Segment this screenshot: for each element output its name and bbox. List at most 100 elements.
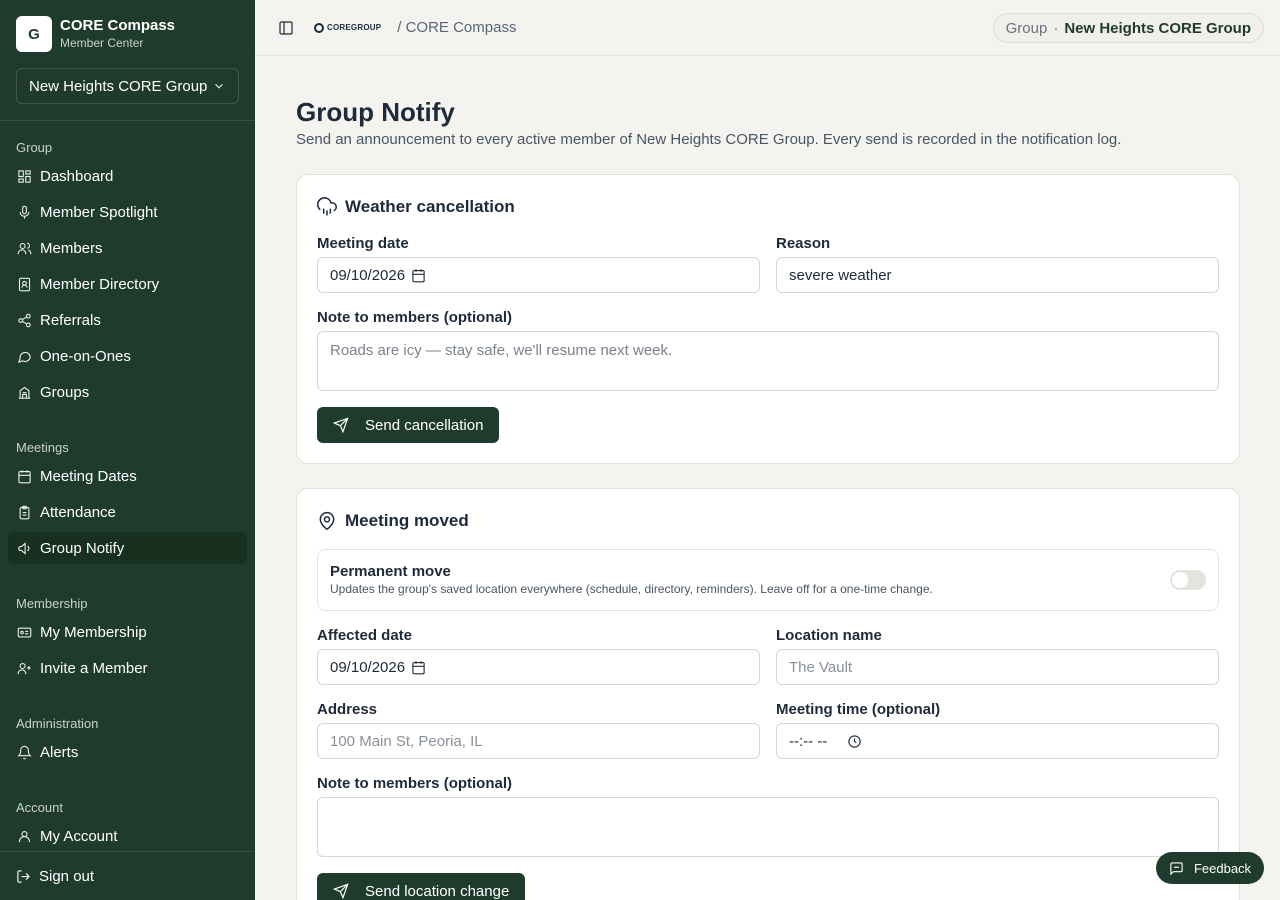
location-name-input[interactable]: The Vault (776, 649, 1219, 685)
clock-icon[interactable] (847, 734, 862, 749)
address-label: Address (317, 701, 378, 718)
calendar-icon[interactable] (411, 660, 426, 675)
sidebar-item-label: Member Spotlight (40, 203, 158, 221)
sidebar-item-label: Alerts (40, 743, 79, 761)
core-group-logo: COREGROUP (314, 22, 382, 33)
sidebar-item-attendance[interactable]: Attendance (8, 496, 247, 528)
sidebar-item-label: Meeting Dates (40, 467, 137, 485)
calendar-icon[interactable] (411, 268, 426, 283)
sidebar-item-group-notify[interactable]: Group Notify (8, 532, 247, 564)
group-pill-label: Group (1005, 19, 1048, 37)
reason-value: severe weather (789, 266, 892, 284)
cloud-rain-icon (317, 197, 337, 216)
affected-date-label: Affected date (317, 627, 413, 644)
reason-label: Reason (776, 235, 831, 252)
top-bar: COREGROUP / CORE Compass Group · New Hei… (255, 0, 1280, 56)
panel-left-icon (279, 20, 293, 35)
affected-date-value: 09/10/2026 (330, 658, 406, 676)
megaphone-icon (16, 540, 32, 556)
sidebar-item-meeting-dates[interactable]: Meeting Dates (8, 460, 247, 492)
sidebar-item-groups[interactable]: Groups (8, 376, 247, 408)
clipboard-icon (16, 504, 32, 520)
sidebar-toggle-button[interactable] (272, 14, 300, 42)
group-selector[interactable]: New Heights CORE Group (16, 68, 239, 104)
address-input[interactable]: 100 Main St, Peoria, IL (317, 723, 760, 759)
send-icon (333, 883, 349, 899)
contact-book-icon (16, 276, 32, 292)
breadcrumb: / CORE Compass (397, 19, 517, 36)
chevron-down-icon (215, 83, 223, 89)
sidebar-item-label: Dashboard (40, 167, 114, 185)
meeting-date-label: Meeting date (317, 235, 409, 252)
meeting-time-placeholder: --:-- -- (789, 732, 828, 750)
sidebar-item-member-directory[interactable]: Member Directory (8, 268, 247, 300)
feedback-label: Feedback (1193, 860, 1252, 876)
sidebar-item-member-spotlight[interactable]: Member Spotlight (8, 196, 247, 228)
sidebar-item-label: Referrals (40, 311, 101, 329)
moved-note-label: Note to members (optional) (317, 775, 513, 792)
share-icon (16, 312, 32, 328)
location-name-placeholder: The Vault (789, 658, 853, 676)
brand-subtitle: Member Center (60, 36, 144, 50)
send-cancellation-label: Send cancellation (365, 416, 484, 434)
users-icon (16, 240, 32, 256)
main-content: Group Notify Send an announcement to eve… (296, 56, 1240, 900)
nav-section-group: Group (16, 140, 53, 155)
sign-out-button[interactable]: Sign out (0, 851, 255, 900)
group-pill-value: New Heights CORE Group (1064, 19, 1251, 37)
group-pill-separator: · (1053, 19, 1059, 37)
sidebar-item-label: My Account (40, 827, 118, 845)
sidebar-item-my-account[interactable]: My Account (8, 820, 247, 852)
weather-note-textarea[interactable]: Roads are icy — stay safe, we'll resume … (317, 331, 1219, 391)
permanent-move-description: Updates the group's saved location every… (330, 582, 933, 596)
sidebar-item-my-membership[interactable]: My Membership (8, 616, 247, 648)
map-pin-icon (319, 511, 335, 531)
sidebar-item-alerts[interactable]: Alerts (8, 736, 247, 768)
weather-cancellation-card: Weather cancellation Meeting date 09/10/… (296, 174, 1240, 464)
weather-note-label: Note to members (optional) (317, 309, 513, 326)
meeting-moved-title: Meeting moved (345, 511, 469, 530)
dashboard-icon (16, 168, 32, 184)
sidebar-item-dashboard[interactable]: Dashboard (8, 160, 247, 192)
core-group-logo-text: COREGROUP (327, 23, 382, 32)
brand-title: CORE Compass (60, 17, 176, 34)
sidebar-item-referrals[interactable]: Referrals (8, 304, 247, 336)
send-cancellation-button[interactable]: Send cancellation (317, 407, 500, 443)
sidebar-item-label: Group Notify (40, 539, 125, 557)
send-location-change-label: Send location change (365, 882, 510, 900)
group-selector-value: New Heights CORE Group (29, 77, 208, 95)
feedback-button[interactable]: Feedback (1156, 852, 1264, 884)
microphone-icon (16, 204, 32, 220)
meeting-date-input[interactable]: 09/10/2026 (317, 257, 760, 293)
sidebar-item-label: Invite a Member (40, 659, 148, 677)
id-card-icon (16, 624, 32, 640)
permanent-move-row: Permanent move Updates the group's saved… (317, 549, 1219, 611)
brand-logo: G (16, 16, 52, 52)
sidebar-item-invite-a-member[interactable]: Invite a Member (8, 652, 247, 684)
nav-section-membership: Membership (16, 596, 88, 611)
location-name-label: Location name (776, 627, 882, 644)
sidebar-item-one-on-ones[interactable]: One-on-Ones (8, 340, 247, 372)
sidebar-item-label: Member Directory (40, 275, 160, 293)
user-plus-icon (16, 660, 32, 676)
message-square-icon (1170, 861, 1183, 875)
sidebar-item-label: Groups (40, 383, 90, 401)
sidebar-item-members[interactable]: Members (8, 232, 247, 264)
sidebar-divider (0, 120, 255, 121)
moved-note-textarea[interactable] (317, 797, 1219, 857)
group-pill: Group · New Heights CORE Group (992, 13, 1264, 43)
log-out-icon (17, 869, 30, 883)
sign-out-label: Sign out (39, 867, 95, 885)
meeting-moved-card: Meeting moved Permanent move Updates the… (296, 488, 1240, 900)
meeting-time-input[interactable]: --:-- -- (776, 723, 1219, 759)
affected-date-input[interactable]: 09/10/2026 (317, 649, 760, 685)
reason-input[interactable]: severe weather (776, 257, 1219, 293)
meeting-time-label: Meeting time (optional) (776, 701, 941, 718)
chat-icon (16, 348, 32, 364)
nav-section-account: Account (16, 800, 63, 815)
address-placeholder: 100 Main St, Peoria, IL (330, 732, 483, 750)
permanent-move-toggle[interactable] (1170, 570, 1206, 590)
send-location-change-button[interactable]: Send location change (317, 873, 526, 900)
permanent-move-title: Permanent move (330, 563, 451, 580)
calendar-icon (16, 468, 32, 484)
